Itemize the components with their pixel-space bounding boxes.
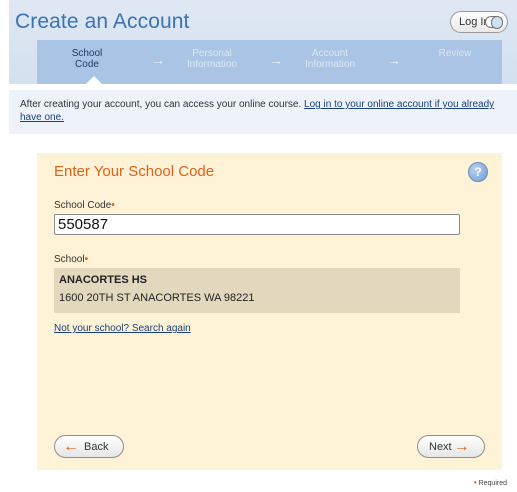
school-result: ANACORTES HS 1600 20TH ST ANACORTES WA 9… (54, 268, 460, 313)
step-label-line2: Information (186, 59, 238, 70)
progress-steps: School Code → Personal Information → Acc… (37, 40, 502, 84)
next-label: Next (429, 441, 452, 453)
required-label: Required (478, 480, 507, 487)
arrow-left-icon: ← (63, 438, 79, 455)
required-marker: • (473, 478, 477, 487)
page-title: Create an Account (15, 10, 190, 33)
intro-text: After creating your account, you can acc… (20, 98, 510, 124)
required-marker: • (84, 254, 89, 265)
step-school-code: School Code (47, 48, 127, 70)
intro-body: After creating your account, you can acc… (20, 99, 302, 110)
required-marker: • (111, 200, 115, 211)
step-label-line2: Code (75, 59, 99, 70)
next-button[interactable]: Next → (417, 435, 485, 458)
school-code-card: Enter Your School Code ? School Code• Sc… (37, 153, 502, 470)
step-label-line1: Personal (192, 48, 232, 59)
school-code-label-text: School Code (54, 200, 112, 211)
school-code-input[interactable] (54, 214, 460, 235)
step-label-line2: Information (304, 59, 356, 70)
school-name: ANACORTES HS (59, 274, 148, 286)
school-address: 1600 20TH ST ANACORTES WA 98221 (59, 292, 255, 304)
arrow-right-icon: → (151, 52, 165, 68)
step-review: Review (415, 48, 495, 59)
active-step-pointer (86, 76, 102, 84)
header: Create an Account Log In School Code → P… (9, 0, 517, 92)
search-again-link[interactable]: Not your school? Search again (54, 323, 191, 334)
arrow-right-icon: → (453, 438, 470, 455)
create-account-panel: Create an Account Log In School Code → P… (9, 0, 517, 492)
help-icon[interactable]: ? (468, 162, 488, 182)
toggle-icon (485, 16, 503, 29)
login-button[interactable]: Log In (450, 11, 508, 33)
school-label-text: School (54, 254, 85, 265)
back-label: Back (84, 441, 109, 453)
arrow-right-icon: → (269, 52, 283, 68)
school-code-label: School Code• (54, 200, 115, 211)
step-label-line1: Account (311, 48, 349, 59)
step-account-information: Account Information (290, 48, 370, 70)
school-label: School• (54, 254, 88, 265)
arrow-right-icon: → (387, 52, 401, 68)
step-label-line1: Review (438, 48, 472, 59)
back-button[interactable]: ← Back (54, 435, 124, 458)
card-title: Enter Your School Code (54, 163, 215, 180)
required-note: • Required (474, 478, 507, 487)
intro-message: After creating your account, you can acc… (9, 84, 517, 134)
step-personal-information: Personal Information (172, 48, 252, 70)
step-label-line1: School (71, 48, 103, 59)
